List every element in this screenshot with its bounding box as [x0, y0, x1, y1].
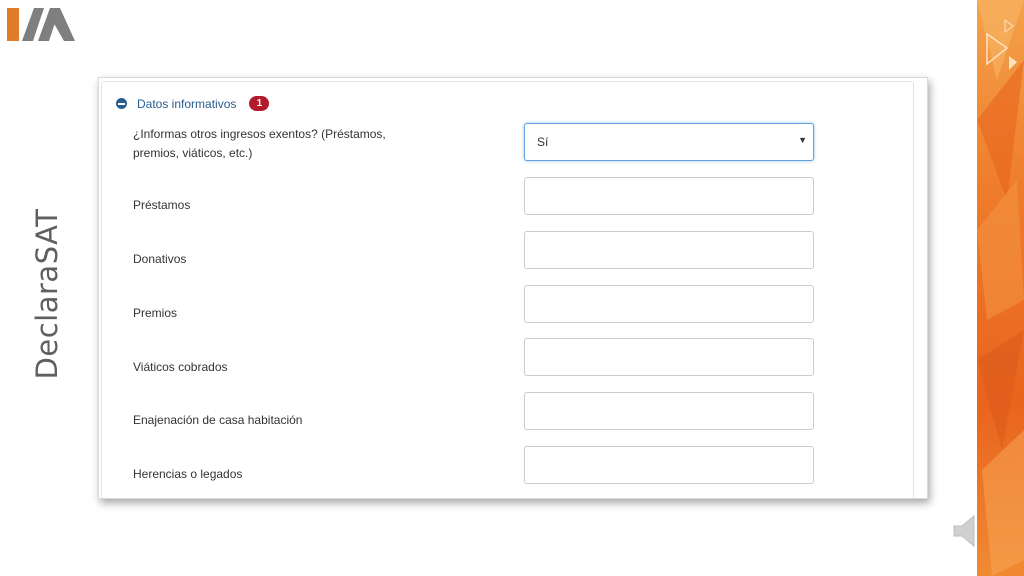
side-title: DeclaraSAT — [30, 208, 64, 380]
field-label-prestamos: Préstamos — [133, 198, 191, 212]
viaticos-input[interactable] — [524, 338, 814, 376]
section-title[interactable]: Datos informativos — [137, 97, 236, 111]
enajenacion-input[interactable] — [524, 392, 814, 430]
form-card: Datos informativos 1 ¿Informas otros ing… — [101, 81, 914, 498]
prestamos-input[interactable] — [524, 177, 814, 215]
error-count-badge: 1 — [249, 96, 270, 111]
field-label-enajenacion: Enajenación de casa habitación — [133, 413, 303, 427]
chevron-down-icon: ▼ — [798, 135, 807, 145]
herencias-input[interactable] — [524, 446, 814, 484]
section-header[interactable]: Datos informativos 1 — [116, 96, 270, 111]
ima-logo-icon — [7, 8, 75, 41]
field-label-viaticos: Viáticos cobrados — [133, 360, 228, 374]
field-label-premios: Premios — [133, 306, 178, 320]
play-small-icon — [1009, 56, 1017, 70]
form-panel: Datos informativos 1 ¿Informas otros ing… — [98, 77, 928, 499]
select-value: Sí — [537, 135, 549, 149]
question-label: ¿Informas otros ingresos exentos? (Prést… — [133, 127, 386, 160]
donativos-input[interactable] — [524, 231, 814, 269]
field-label-herencias: Herencias o legados — [133, 467, 243, 481]
field-label-donativos: Donativos — [133, 252, 187, 266]
collapse-minus-icon[interactable] — [116, 98, 127, 109]
decorative-band — [977, 0, 1024, 576]
ingresos-exentos-select[interactable]: Sí ▼ — [524, 123, 814, 161]
premios-input[interactable] — [524, 285, 814, 323]
speaker-icon[interactable] — [952, 512, 982, 550]
